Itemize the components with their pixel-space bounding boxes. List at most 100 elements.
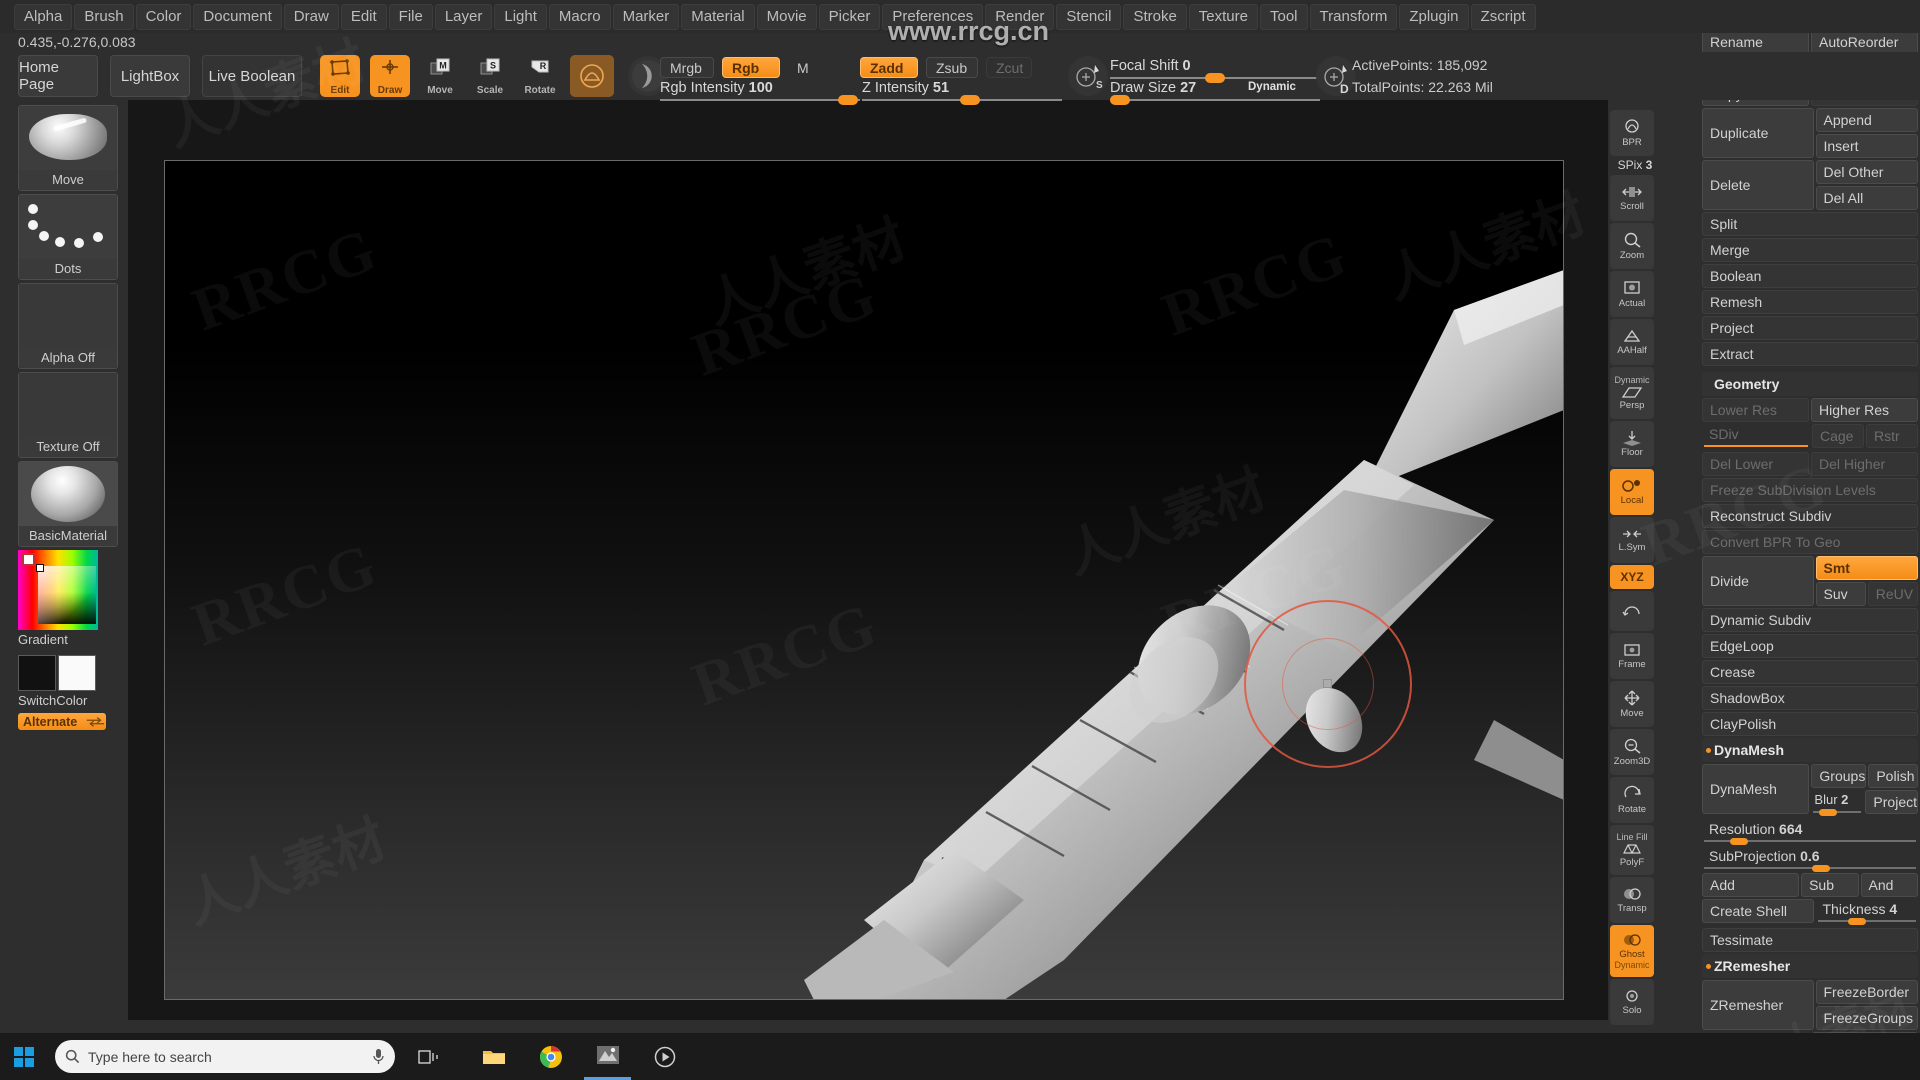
- menu-item-macro[interactable]: Macro: [548, 3, 611, 30]
- append-button[interactable]: Append: [1815, 108, 1918, 132]
- resolution-knob[interactable]: [1730, 838, 1748, 845]
- focal-shift-slider[interactable]: Focal Shift 0: [1110, 57, 1320, 83]
- menu-item-texture[interactable]: Texture: [1188, 3, 1258, 30]
- zremesher-button[interactable]: ZRemesher: [1702, 980, 1814, 1030]
- lightbox-button[interactable]: LightBox: [110, 55, 190, 97]
- higher-res-button[interactable]: Higher Res: [1811, 398, 1918, 422]
- draw-size-knob[interactable]: [1110, 95, 1130, 105]
- sub-button[interactable]: Sub: [1801, 873, 1859, 897]
- rail-button-persp[interactable]: Dynamic Persp: [1610, 367, 1654, 419]
- menu-item-brush[interactable]: Brush: [74, 3, 134, 30]
- thickness-slider[interactable]: Thickness 4: [1816, 899, 1919, 925]
- menu-item-material[interactable]: Material: [681, 3, 755, 30]
- dynamic-subdiv-button[interactable]: Dynamic Subdiv: [1702, 608, 1918, 632]
- zbrush-button[interactable]: [584, 1033, 631, 1080]
- extract-button[interactable]: Extract: [1702, 342, 1918, 366]
- menu-item-transform[interactable]: Transform: [1309, 3, 1398, 30]
- del-all-button[interactable]: Del All: [1815, 186, 1918, 210]
- edgeloop-button[interactable]: EdgeLoop: [1702, 634, 1918, 658]
- material-selector[interactable]: BasicMaterial: [18, 461, 118, 547]
- switch-color-row[interactable]: [18, 655, 118, 691]
- menu-item-color[interactable]: Color: [135, 3, 192, 30]
- menu-item-marker[interactable]: Marker: [612, 3, 680, 30]
- rotate-mode-button[interactable]: R Rotate: [520, 55, 560, 97]
- geometry-section-header[interactable]: Geometry: [1702, 372, 1918, 396]
- menu-item-render[interactable]: Render: [985, 3, 1055, 30]
- rgb-intensity-slider[interactable]: Rgb Intensity 100: [660, 79, 860, 105]
- menu-item-preferences[interactable]: Preferences: [882, 3, 984, 30]
- rename-button[interactable]: Rename: [1702, 30, 1809, 54]
- rail-button-floor[interactable]: Floor: [1610, 421, 1654, 467]
- stroke-selector[interactable]: Dots: [18, 194, 118, 280]
- project-button[interactable]: Project: [1702, 316, 1918, 340]
- rail-button-actual[interactable]: Actual: [1610, 271, 1654, 317]
- menu-item-stroke[interactable]: Stroke: [1123, 3, 1187, 30]
- menu-item-alpha[interactable]: Alpha: [14, 3, 73, 30]
- rail-button-lsym[interactable]: L.Sym: [1610, 517, 1654, 563]
- rail-button-xyz[interactable]: XYZ: [1610, 565, 1654, 589]
- divide-button[interactable]: Divide: [1702, 556, 1814, 606]
- delete-button[interactable]: Delete: [1702, 160, 1814, 210]
- menu-item-layer[interactable]: Layer: [434, 3, 493, 30]
- menu-item-zscript[interactable]: Zscript: [1470, 3, 1536, 30]
- rail-button-frame[interactable]: Frame: [1610, 633, 1654, 679]
- zremesher-section-header[interactable]: ZRemesher: [1702, 954, 1918, 978]
- chrome-button[interactable]: [527, 1033, 574, 1080]
- insert-button[interactable]: Insert: [1815, 134, 1918, 158]
- search-input[interactable]: Type here to search: [55, 1040, 395, 1073]
- claypolish-button[interactable]: ClayPolish: [1702, 712, 1918, 736]
- start-button[interactable]: [0, 1033, 47, 1080]
- tessimate-button[interactable]: Tessimate: [1702, 928, 1918, 952]
- dynamesh-button[interactable]: DynaMesh: [1702, 764, 1810, 814]
- menu-item-draw[interactable]: Draw: [283, 3, 339, 30]
- rail-button-zoom[interactable]: Zoom: [1610, 223, 1654, 269]
- menu-item-picker[interactable]: Picker: [818, 3, 881, 30]
- secondary-color-swatch[interactable]: [58, 655, 96, 691]
- blur-knob[interactable]: [1819, 809, 1838, 816]
- rail-button-zoom3d[interactable]: Zoom3D: [1610, 729, 1654, 775]
- mrgb-button[interactable]: Mrgb: [660, 57, 714, 78]
- reconstruct-subdiv-button[interactable]: Reconstruct Subdiv: [1702, 504, 1918, 528]
- polish-toggle[interactable]: Polish: [1868, 764, 1918, 788]
- zadd-button[interactable]: Zadd: [860, 57, 918, 78]
- z-intensity-knob[interactable]: [960, 95, 980, 105]
- rail-button-local[interactable]: Local: [1610, 469, 1654, 515]
- groups-toggle[interactable]: Groups: [1811, 764, 1867, 788]
- rgb-intensity-knob[interactable]: [838, 95, 858, 105]
- freeze-border-toggle[interactable]: FreezeBorder: [1815, 980, 1918, 1004]
- menu-item-zplugin[interactable]: Zplugin: [1399, 3, 1469, 30]
- alpha-selector[interactable]: Alpha Off: [18, 283, 118, 369]
- rail-button-bpr[interactable]: BPR: [1610, 110, 1654, 156]
- move-mode-button[interactable]: M Move: [420, 55, 460, 97]
- rail-button-scroll[interactable]: Scroll: [1610, 175, 1654, 221]
- menu-item-movie[interactable]: Movie: [756, 3, 817, 30]
- subprojection-slider[interactable]: SubProjection 0.6: [1702, 846, 1918, 872]
- zsub-button[interactable]: Zsub: [926, 57, 978, 78]
- subprojection-knob[interactable]: [1812, 865, 1830, 872]
- media-button[interactable]: [641, 1033, 688, 1080]
- color-picker[interactable]: [18, 550, 98, 630]
- blur-slider[interactable]: Blur 2: [1811, 790, 1863, 816]
- mic-icon[interactable]: [372, 1048, 385, 1065]
- duplicate-button[interactable]: Duplicate: [1702, 108, 1814, 158]
- edit-mode-button[interactable]: Edit: [320, 55, 360, 97]
- resolution-slider[interactable]: Resolution 664: [1702, 819, 1918, 845]
- canvas-area[interactable]: [128, 100, 1608, 1020]
- alternate-button[interactable]: Alternate: [18, 713, 106, 730]
- rail-button-ghost[interactable]: Ghost Dynamic: [1610, 925, 1654, 977]
- split-button[interactable]: Split: [1702, 212, 1918, 236]
- current-brush-button[interactable]: [570, 55, 614, 97]
- add-button[interactable]: Add: [1702, 873, 1800, 897]
- shadowbox-button[interactable]: ShadowBox: [1702, 686, 1918, 710]
- brush-selector[interactable]: Move: [18, 105, 118, 191]
- menu-item-file[interactable]: File: [388, 3, 433, 30]
- menu-item-edit[interactable]: Edit: [340, 3, 387, 30]
- rail-button-polyf[interactable]: Line Fill PolyF: [1610, 825, 1654, 875]
- rail-button-move[interactable]: Move: [1610, 681, 1654, 727]
- m-button[interactable]: M: [788, 57, 818, 78]
- thickness-knob[interactable]: [1847, 918, 1866, 925]
- spix-readout[interactable]: SPix 3: [1610, 158, 1660, 172]
- primary-color-swatch[interactable]: [18, 655, 56, 691]
- freeze-groups-toggle[interactable]: FreezeGroups: [1815, 1006, 1918, 1030]
- del-other-button[interactable]: Del Other: [1815, 160, 1918, 184]
